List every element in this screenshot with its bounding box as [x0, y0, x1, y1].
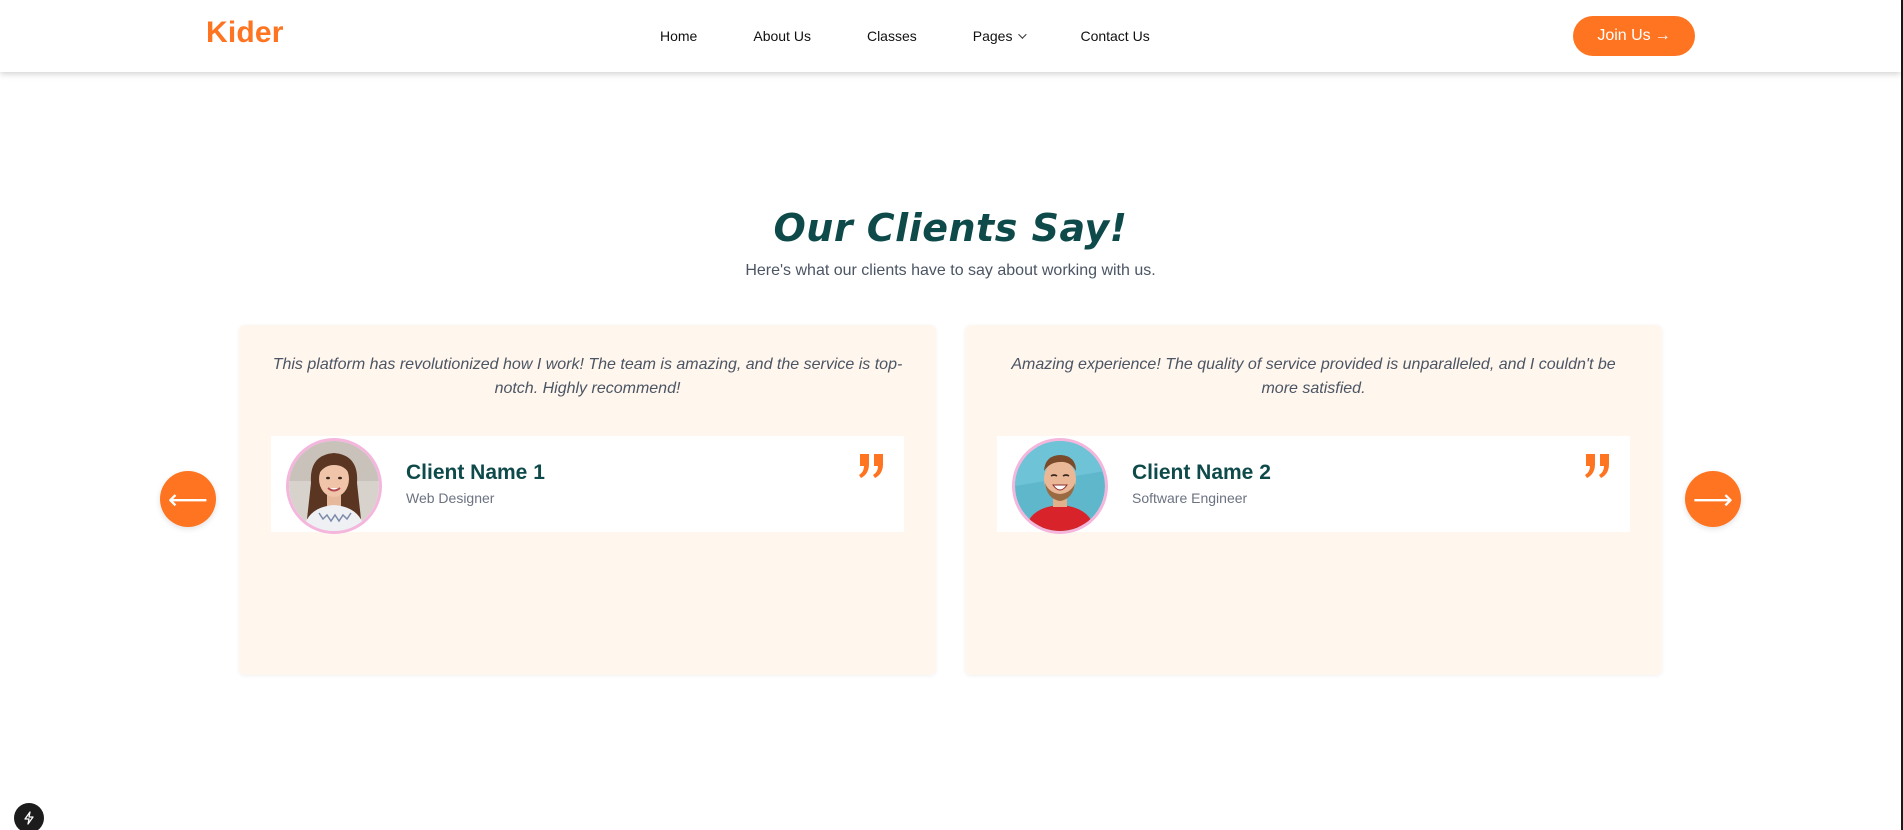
- nav-link-home[interactable]: Home: [660, 28, 697, 44]
- join-us-button[interactable]: Join Us →: [1573, 16, 1695, 56]
- nav-link-classes[interactable]: Classes: [867, 28, 917, 44]
- chevron-down-icon: [1018, 30, 1028, 39]
- nav-link-label: About Us: [753, 28, 811, 44]
- nav-link-label: Pages: [972, 28, 1013, 44]
- nav-link-label: Contact Us: [1080, 28, 1150, 44]
- nav-link-pages-dropdown[interactable]: Pages: [972, 28, 1028, 44]
- nav-link-label: Home: [660, 28, 698, 44]
- site-logo[interactable]: Kider: [206, 16, 284, 50]
- nav-link-about-us[interactable]: About Us: [753, 28, 811, 44]
- testimonial-card: This platform has revolutionized how I w…: [239, 325, 936, 675]
- client-info: Client Name 1 Web Designer: [271, 436, 904, 534]
- section-title: Our Clients Say!: [773, 206, 1128, 250]
- testimonial-quote: Amazing experience! The quality of servi…: [1011, 356, 1616, 397]
- nav-link-label: Classes: [866, 28, 917, 44]
- section-subtitle: Here's what our clients have to say abou…: [745, 262, 1156, 279]
- carousel-next-button[interactable]: ⟶: [1685, 471, 1741, 527]
- carousel-prev-button[interactable]: ⟵: [160, 471, 216, 527]
- navbar: Kider Home About Us Classes Pages Contac…: [0, 0, 1901, 72]
- woman-portrait-avatar: [286, 438, 382, 534]
- quote-icon: [1585, 454, 1609, 478]
- laughing-man-portrait-avatar: [1012, 438, 1108, 534]
- lightning-icon[interactable]: [14, 803, 44, 830]
- client-name: Client Name 2: [1132, 461, 1271, 484]
- main-nav: Home About Us Classes Pages Contact Us: [660, 0, 1150, 72]
- testimonial-quote: This platform has revolutionized how I w…: [272, 356, 903, 397]
- nav-link-contact-us[interactable]: Contact Us: [1080, 28, 1149, 44]
- arrow-left-icon: ⟵: [167, 483, 209, 515]
- client-info: Client Name 2 Software Engineer: [997, 436, 1630, 534]
- testimonial-card: Amazing experience! The quality of servi…: [965, 325, 1662, 675]
- client-role: Web Designer: [406, 490, 495, 506]
- arrow-right-icon: →: [1654, 27, 1671, 44]
- arrow-right-icon: ⟶: [1692, 483, 1734, 515]
- join-us-label: Join Us: [1597, 27, 1651, 44]
- client-role: Software Engineer: [1132, 490, 1248, 506]
- client-name: Client Name 1: [406, 461, 545, 484]
- quote-icon: [859, 454, 883, 478]
- page: Kider Home About Us Classes Pages Contac…: [0, 0, 1903, 830]
